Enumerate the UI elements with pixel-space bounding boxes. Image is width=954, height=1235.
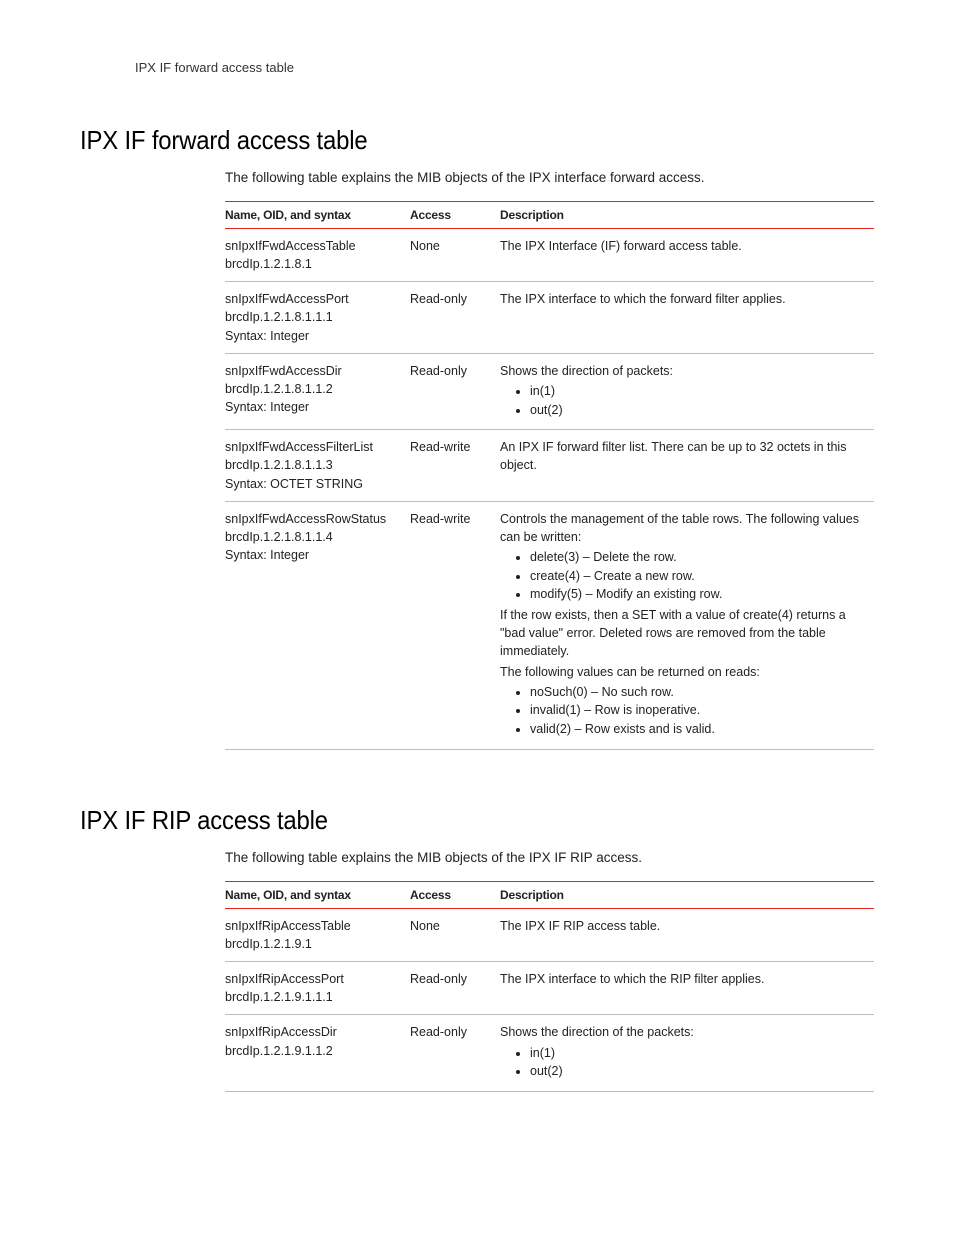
list-item: out(2)	[530, 401, 864, 420]
mib-table: Name, OID, and syntaxAccessDescriptionsn…	[225, 201, 874, 750]
cell-access: Read-only	[410, 1015, 500, 1092]
cell-description: Controls the management of the table row…	[500, 501, 874, 749]
name-line: snIpxIfFwdAccessTable	[225, 237, 400, 255]
cell-name-oid-syntax: snIpxIfRipAccessDirbrcdIp.1.2.1.9.1.1.2	[225, 1015, 410, 1092]
cell-name-oid-syntax: snIpxIfFwdAccessPortbrcdIp.1.2.1.8.1.1.1…	[225, 282, 410, 353]
name-line: snIpxIfFwdAccessDir	[225, 362, 400, 380]
column-header: Description	[500, 202, 874, 229]
cell-description: The IPX Interface (IF) forward access ta…	[500, 229, 874, 282]
table-row: snIpxIfFwdAccessPortbrcdIp.1.2.1.8.1.1.1…	[225, 282, 874, 353]
cell-access: Read-write	[410, 501, 500, 749]
list-item: noSuch(0) – No such row.	[530, 683, 864, 702]
cell-access: Read-only	[410, 282, 500, 353]
cell-access: None	[410, 229, 500, 282]
description-text: The IPX interface to which the forward f…	[500, 290, 864, 308]
description-text: The IPX Interface (IF) forward access ta…	[500, 237, 864, 255]
cell-access: None	[410, 908, 500, 961]
name-line: Syntax: OCTET STRING	[225, 475, 400, 493]
list-item: out(2)	[530, 1062, 864, 1081]
name-line: brcdIp.1.2.1.9.1	[225, 935, 400, 953]
name-line: snIpxIfFwdAccessRowStatus	[225, 510, 400, 528]
cell-description: The IPX IF RIP access table.	[500, 908, 874, 961]
cell-description: An IPX IF forward filter list. There can…	[500, 430, 874, 501]
cell-access: Read-only	[410, 353, 500, 430]
table-row: snIpxIfFwdAccessTablebrcdIp.1.2.1.8.1Non…	[225, 229, 874, 282]
list-item: in(1)	[530, 382, 864, 401]
description-text: The following values can be returned on …	[500, 663, 864, 681]
name-line: Syntax: Integer	[225, 546, 400, 564]
cell-name-oid-syntax: snIpxIfFwdAccessDirbrcdIp.1.2.1.8.1.1.2S…	[225, 353, 410, 430]
name-line: brcdIp.1.2.1.8.1.1.3	[225, 456, 400, 474]
name-line: brcdIp.1.2.1.9.1.1.1	[225, 988, 400, 1006]
mib-table: Name, OID, and syntaxAccessDescriptionsn…	[225, 881, 874, 1092]
description-text: An IPX IF forward filter list. There can…	[500, 438, 864, 474]
description-text: The IPX interface to which the RIP filte…	[500, 970, 864, 988]
list-item: modify(5) – Modify an existing row.	[530, 585, 864, 604]
table-row: snIpxIfRipAccessTablebrcdIp.1.2.1.9.1Non…	[225, 908, 874, 961]
table-row: snIpxIfFwdAccessRowStatusbrcdIp.1.2.1.8.…	[225, 501, 874, 749]
section-intro: The following table explains the MIB obj…	[225, 170, 874, 185]
list-item: delete(3) – Delete the row.	[530, 548, 864, 567]
table-row: snIpxIfFwdAccessFilterListbrcdIp.1.2.1.8…	[225, 430, 874, 501]
name-line: brcdIp.1.2.1.9.1.1.2	[225, 1042, 400, 1060]
name-line: snIpxIfFwdAccessFilterList	[225, 438, 400, 456]
description-text: If the row exists, then a SET with a val…	[500, 606, 864, 660]
cell-name-oid-syntax: snIpxIfRipAccessPortbrcdIp.1.2.1.9.1.1.1	[225, 962, 410, 1015]
list-item: invalid(1) – Row is inoperative.	[530, 701, 864, 720]
name-line: Syntax: Integer	[225, 398, 400, 416]
list-item: valid(2) – Row exists and is valid.	[530, 720, 864, 739]
section: IPX IF forward access table The following…	[80, 125, 874, 750]
page: IPX IF forward access table IPX IF forwa…	[0, 0, 954, 1207]
cell-name-oid-syntax: snIpxIfFwdAccessTablebrcdIp.1.2.1.8.1	[225, 229, 410, 282]
cell-name-oid-syntax: snIpxIfFwdAccessFilterListbrcdIp.1.2.1.8…	[225, 430, 410, 501]
description-list: delete(3) – Delete the row.create(4) – C…	[530, 548, 864, 604]
cell-access: Read-only	[410, 962, 500, 1015]
cell-description: Shows the direction of packets: in(1)out(…	[500, 353, 874, 430]
table-row: snIpxIfRipAccessDirbrcdIp.1.2.1.9.1.1.2R…	[225, 1015, 874, 1092]
section-intro: The following table explains the MIB obj…	[225, 850, 874, 865]
description-list: in(1)out(2)	[530, 1044, 864, 1082]
name-line: Syntax: Integer	[225, 327, 400, 345]
name-line: snIpxIfRipAccessDir	[225, 1023, 400, 1041]
name-line: brcdIp.1.2.1.8.1.1.4	[225, 528, 400, 546]
cell-access: Read-write	[410, 430, 500, 501]
description-text: Controls the management of the table row…	[500, 510, 864, 546]
list-item: create(4) – Create a new row.	[530, 567, 864, 586]
section-heading: IPX IF RIP access table	[80, 805, 810, 836]
table-row: snIpxIfRipAccessPortbrcdIp.1.2.1.9.1.1.1…	[225, 962, 874, 1015]
running-head: IPX IF forward access table	[135, 60, 874, 75]
name-line: snIpxIfRipAccessTable	[225, 917, 400, 935]
description-list: noSuch(0) – No such row.invalid(1) – Row…	[530, 683, 864, 739]
column-header: Access	[410, 202, 500, 229]
name-line: brcdIp.1.2.1.8.1.1.1	[225, 308, 400, 326]
name-line: brcdIp.1.2.1.8.1.1.2	[225, 380, 400, 398]
cell-description: The IPX interface to which the RIP filte…	[500, 962, 874, 1015]
table-row: snIpxIfFwdAccessDirbrcdIp.1.2.1.8.1.1.2S…	[225, 353, 874, 430]
description-text: The IPX IF RIP access table.	[500, 917, 864, 935]
column-header: Name, OID, and syntax	[225, 202, 410, 229]
cell-name-oid-syntax: snIpxIfRipAccessTablebrcdIp.1.2.1.9.1	[225, 908, 410, 961]
section: IPX IF RIP access table The following tab…	[80, 805, 874, 1092]
description-list: in(1)out(2)	[530, 382, 864, 420]
description-text: Shows the direction of the packets:	[500, 1023, 864, 1041]
column-header: Name, OID, and syntax	[225, 881, 410, 908]
section-heading: IPX IF forward access table	[80, 125, 810, 156]
cell-description: The IPX interface to which the forward f…	[500, 282, 874, 353]
list-item: in(1)	[530, 1044, 864, 1063]
cell-description: Shows the direction of the packets: in(1)…	[500, 1015, 874, 1092]
name-line: snIpxIfRipAccessPort	[225, 970, 400, 988]
column-header: Access	[410, 881, 500, 908]
cell-name-oid-syntax: snIpxIfFwdAccessRowStatusbrcdIp.1.2.1.8.…	[225, 501, 410, 749]
column-header: Description	[500, 881, 874, 908]
description-text: Shows the direction of packets:	[500, 362, 864, 380]
name-line: brcdIp.1.2.1.8.1	[225, 255, 400, 273]
name-line: snIpxIfFwdAccessPort	[225, 290, 400, 308]
